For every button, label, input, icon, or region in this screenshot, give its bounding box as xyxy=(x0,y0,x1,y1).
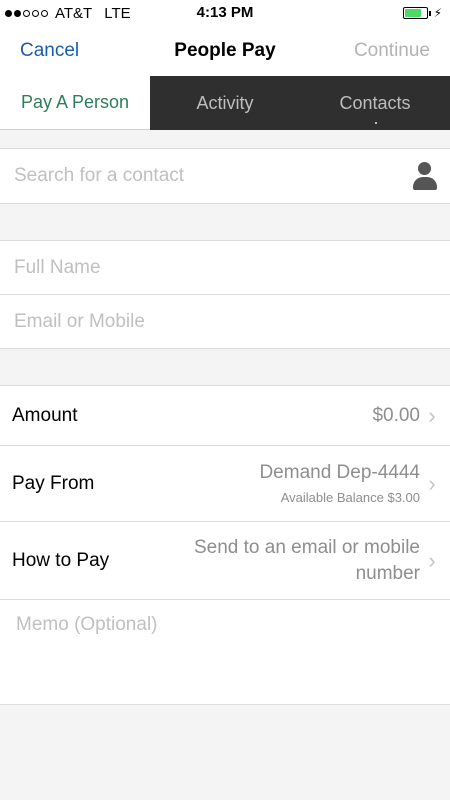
email-or-mobile-input[interactable] xyxy=(12,309,438,334)
tab-indicator-dot xyxy=(375,122,377,124)
amount-value: $0.00 xyxy=(372,404,420,426)
email-mobile-row xyxy=(0,294,450,348)
tab-bar: Pay A Person Activity Contacts xyxy=(0,76,450,130)
how-to-pay-value: Send to an email or mobile number xyxy=(193,536,420,584)
person-icon[interactable] xyxy=(412,162,438,190)
tab-activity[interactable]: Activity xyxy=(150,76,300,130)
pay-from-row[interactable]: Pay From Demand Dep-4444 Available Balan… xyxy=(0,445,450,521)
memo-row xyxy=(0,599,450,704)
tab-contacts[interactable]: Contacts xyxy=(300,76,450,130)
contact-search-input[interactable] xyxy=(12,164,412,188)
how-to-pay-label: How to Pay xyxy=(12,549,110,571)
pay-from-account: Demand Dep-4444 xyxy=(259,462,420,483)
full-name-row xyxy=(0,241,450,294)
amount-label: Amount xyxy=(12,404,78,426)
status-time: 4:13 PM xyxy=(196,4,254,21)
cancel-button[interactable]: Cancel xyxy=(20,40,79,62)
payment-group: Amount $0.00 › Pay From Demand Dep-4444 … xyxy=(0,385,450,705)
battery-icon: ⚡ xyxy=(402,6,442,20)
status-bar: AT&T LTE 4:13 PM ⚡ xyxy=(0,0,450,26)
chevron-right-icon: › xyxy=(428,402,436,428)
available-balance: Available Balance $3.00 xyxy=(280,490,420,505)
chevron-right-icon: › xyxy=(428,470,436,496)
tab-contacts-label: Contacts xyxy=(339,92,411,113)
how-to-pay-row[interactable]: How to Pay Send to an email or mobile nu… xyxy=(0,521,450,599)
full-name-input[interactable] xyxy=(12,255,438,280)
charging-icon: ⚡ xyxy=(433,6,442,20)
contact-search-row xyxy=(0,148,450,204)
memo-input[interactable] xyxy=(14,612,440,696)
chevron-right-icon: › xyxy=(428,547,436,573)
amount-row[interactable]: Amount $0.00 › xyxy=(0,386,450,445)
continue-button[interactable]: Continue xyxy=(354,40,430,62)
pay-from-label: Pay From xyxy=(12,472,95,494)
battery-level xyxy=(404,9,422,17)
navigation-bar: Cancel People Pay Continue xyxy=(0,26,450,76)
recipient-group xyxy=(0,240,450,349)
tab-pay-a-person[interactable]: Pay A Person xyxy=(0,76,150,130)
